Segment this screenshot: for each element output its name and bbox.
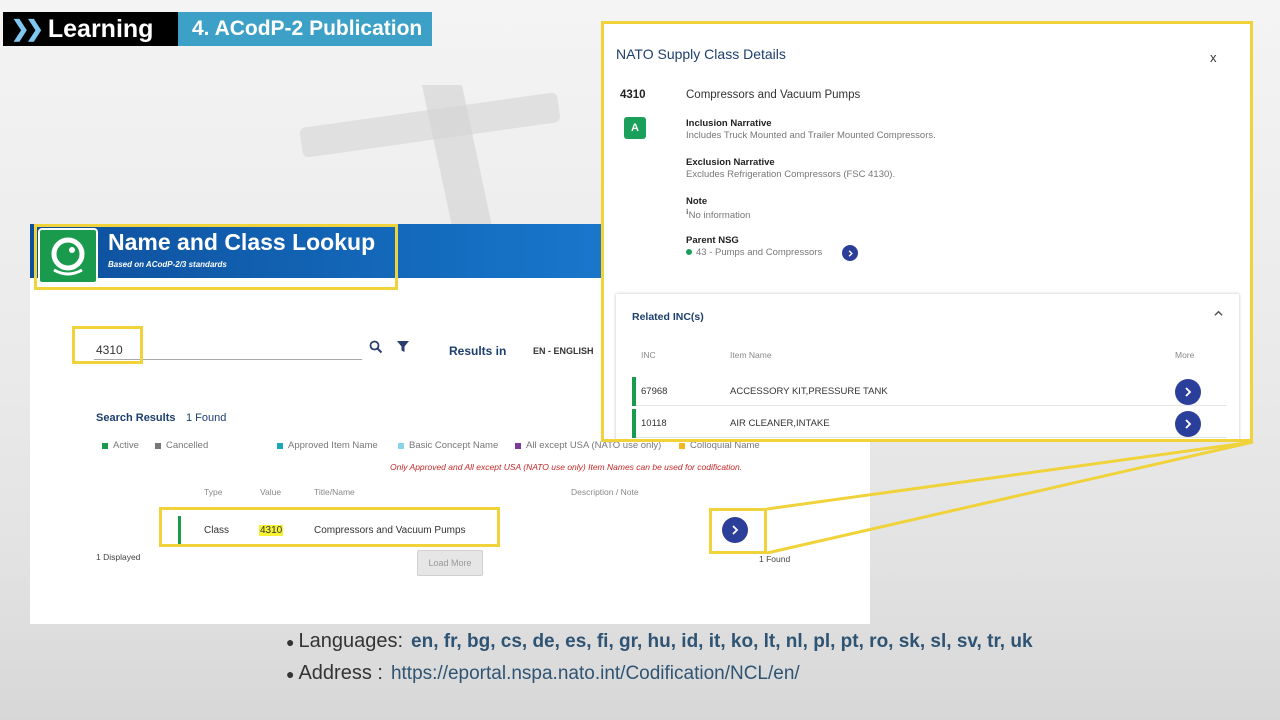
- inc-code: 10118: [641, 418, 667, 429]
- codification-warning: Only Approved and All except USA (NATO u…: [390, 462, 743, 472]
- inc-item-name: ACCESSORY KIT,PRESSURE TANK: [730, 386, 888, 397]
- parent-status-dot-icon: [686, 249, 692, 256]
- related-inc-title: Related INC(s): [632, 311, 704, 323]
- exclusion-label: Exclusion Narrative: [686, 157, 775, 168]
- note-row: ℹNo information: [686, 208, 750, 221]
- title-highlight-box: [34, 224, 398, 290]
- results-in-label: Results in: [449, 344, 507, 358]
- approved-square-icon: [277, 442, 283, 449]
- note-label: Note: [686, 196, 708, 207]
- learning-header: ❯❯ Learning: [3, 12, 178, 46]
- languages-label: Languages:: [298, 630, 404, 652]
- exclusion-text: Excludes Refrigeration Compressors (FSC …: [686, 169, 896, 180]
- inc-more-button[interactable]: [1175, 379, 1201, 405]
- class-code: 4310: [620, 89, 646, 101]
- button-highlight-box: [709, 508, 767, 554]
- publication-label: 4. ACodP-2 Publication: [192, 17, 423, 40]
- details-title: NATO Supply Class Details: [616, 46, 786, 62]
- languages-value: en, fr, bg, cs, de, es, fi, gr, hu, id, …: [411, 631, 1033, 652]
- all-except-usa-square-icon: [515, 442, 521, 449]
- search-icon[interactable]: [368, 339, 384, 355]
- chevron-right-icon: [1185, 419, 1192, 429]
- status-badge: A: [624, 117, 646, 139]
- legend-cancelled: Cancelled: [155, 440, 208, 451]
- double-chevron-icon: ❯❯: [11, 16, 44, 41]
- search-results-count: 1 Found: [186, 412, 227, 424]
- address-link[interactable]: https://eportal.nspa.nato.int/Codificati…: [391, 663, 800, 685]
- languages-line: ● Languages: en, fr, bg, cs, de, es, fi,…: [286, 630, 1033, 653]
- publication-header: 4. ACodP-2 Publication: [178, 12, 432, 46]
- inc-row-status-bar: [632, 409, 636, 438]
- inc-row-status-bar: [632, 377, 636, 406]
- address-line: ● Address : https://eportal.nspa.nato.in…: [286, 662, 800, 685]
- legend-basic-concept: Basic Concept Name: [398, 440, 498, 451]
- legend-basic-concept-label: Basic Concept Name: [409, 440, 499, 451]
- inc-column-inc: INC: [641, 350, 656, 360]
- class-name: Compressors and Vacuum Pumps: [686, 89, 861, 101]
- chevron-up-icon[interactable]: [1214, 309, 1223, 321]
- related-inc-card: Related INC(s) INC Item Name More 67968 …: [616, 294, 1239, 439]
- basic-concept-square-icon: [398, 442, 404, 449]
- inc-more-button[interactable]: [1175, 411, 1201, 437]
- language-select[interactable]: EN - ENGLISH: [533, 346, 594, 356]
- parent-nsg-row: 43 - Pumps and Compressors: [686, 247, 822, 258]
- learning-label: Learning: [47, 14, 154, 43]
- legend-cancelled-label: Cancelled: [166, 440, 209, 451]
- column-value: Value: [260, 487, 282, 497]
- found-count-bottom: 1 Found: [759, 554, 791, 564]
- filter-icon[interactable]: [395, 339, 411, 355]
- search-results-label: Search Results: [96, 412, 176, 424]
- legend-active-label: Active: [113, 440, 139, 451]
- inc-row[interactable]: 10118 AIR CLEANER,INTAKE: [632, 409, 1227, 438]
- displayed-count: 1 Displayed: [96, 552, 141, 562]
- inc-code: 67968: [641, 386, 668, 397]
- inc-column-item-name: Item Name: [730, 350, 772, 360]
- note-text: No information: [688, 210, 751, 222]
- legend-approved: Approved Item Name: [277, 440, 378, 451]
- cancelled-square-icon: [155, 442, 161, 449]
- legend-active: Active: [102, 440, 139, 451]
- inclusion-text: Includes Truck Mounted and Trailer Mount…: [686, 130, 936, 141]
- supply-class-details-popup: NATO Supply Class Details x 4310 Compres…: [601, 21, 1253, 442]
- load-more-button[interactable]: Load More: [417, 550, 483, 576]
- close-icon[interactable]: x: [1210, 50, 1217, 65]
- parent-nsg-open-button[interactable]: [842, 245, 858, 261]
- address-label: Address :: [298, 662, 383, 684]
- inc-item-name: AIR CLEANER,INTAKE: [730, 418, 830, 429]
- background-aircraft-wing: [299, 92, 561, 158]
- column-title: Title/Name: [314, 487, 355, 497]
- chevron-right-icon: [848, 249, 853, 257]
- column-type: Type: [204, 487, 223, 497]
- row-highlight-box: [159, 507, 500, 547]
- bullet-icon: ●: [286, 666, 295, 682]
- column-description: Description / Note: [571, 487, 639, 497]
- chevron-right-icon: [1185, 387, 1192, 397]
- parent-nsg-text: 43 - Pumps and Compressors: [696, 247, 823, 258]
- inc-row[interactable]: 67968 ACCESSORY KIT,PRESSURE TANK: [632, 377, 1227, 406]
- search-highlight-box: [72, 326, 143, 364]
- legend-approved-label: Approved Item Name: [288, 440, 378, 451]
- parent-nsg-label: Parent NSG: [686, 235, 739, 246]
- inclusion-label: Inclusion Narrative: [686, 118, 772, 129]
- bullet-icon: ●: [286, 634, 295, 650]
- active-square-icon: [102, 442, 108, 449]
- colloquial-square-icon: [679, 442, 685, 449]
- inc-column-more: More: [1175, 350, 1195, 360]
